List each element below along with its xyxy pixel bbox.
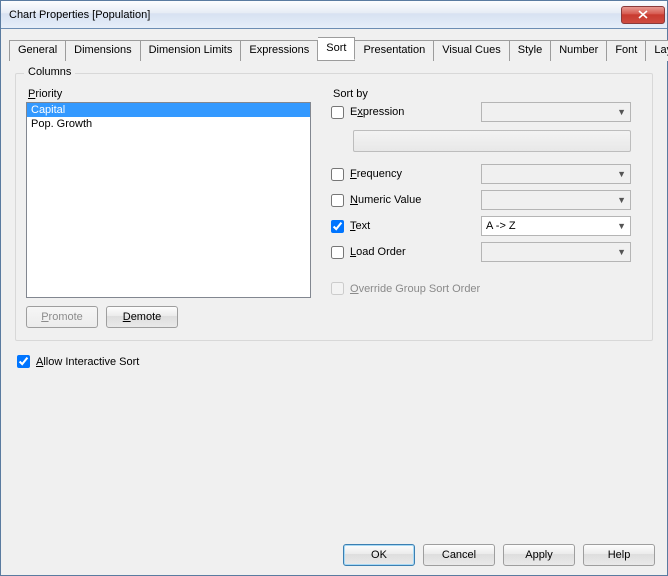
- titlebar: Chart Properties [Population]: [1, 1, 667, 29]
- tab-dimensions[interactable]: Dimensions: [66, 40, 140, 61]
- priority-label: Priority: [28, 88, 62, 100]
- chevron-down-icon: ▼: [617, 247, 626, 257]
- list-item[interactable]: Pop. Growth: [27, 117, 310, 131]
- priority-listbox[interactable]: Capital Pop. Growth: [26, 102, 311, 298]
- apply-button[interactable]: Apply: [503, 544, 575, 566]
- help-button[interactable]: Help: [583, 544, 655, 566]
- sort-text-label: Text: [350, 220, 370, 232]
- sort-expression-combo[interactable]: ▼: [481, 102, 631, 122]
- sort-text-combo[interactable]: A -> Z▼: [481, 216, 631, 236]
- sort-loadorder-checkbox[interactable]: [331, 246, 344, 259]
- sort-frequency-checkbox[interactable]: [331, 168, 344, 181]
- ok-button[interactable]: OK: [343, 544, 415, 566]
- sort-numeric-combo[interactable]: ▼: [481, 190, 631, 210]
- tab-sort[interactable]: Sort: [318, 37, 355, 60]
- tab-font[interactable]: Font: [607, 40, 646, 61]
- chevron-down-icon: ▼: [617, 195, 626, 205]
- tab-general[interactable]: General: [9, 40, 66, 61]
- sortby-label: Sort by: [333, 88, 368, 100]
- sort-frequency-label: Frequency: [350, 168, 402, 180]
- columns-group: Columns Priority Capital Pop. Growth Pro…: [15, 73, 653, 341]
- tab-number[interactable]: Number: [551, 40, 607, 61]
- chevron-down-icon: ▼: [617, 169, 626, 179]
- cancel-button[interactable]: Cancel: [423, 544, 495, 566]
- sort-expression-check[interactable]: Expression: [331, 106, 481, 119]
- list-item[interactable]: Capital: [27, 103, 310, 117]
- sort-numeric-check[interactable]: Numeric Value: [331, 194, 481, 207]
- close-button[interactable]: [621, 6, 665, 24]
- columns-legend: Columns: [24, 66, 75, 78]
- tab-dimension-limits[interactable]: Dimension Limits: [141, 40, 242, 61]
- sort-loadorder-label: Load Order: [350, 246, 406, 258]
- allow-interactive-sort[interactable]: Allow Interactive Sort: [17, 355, 651, 368]
- tab-body: Columns Priority Capital Pop. Growth Pro…: [1, 61, 667, 535]
- tab-visual-cues[interactable]: Visual Cues: [434, 40, 510, 61]
- chevron-down-icon: ▼: [617, 107, 626, 117]
- sort-loadorder-combo[interactable]: ▼: [481, 242, 631, 262]
- tabstrip: General Dimensions Dimension Limits Expr…: [9, 37, 659, 61]
- override-checkbox: [331, 282, 344, 295]
- tab-style[interactable]: Style: [510, 40, 551, 61]
- dialog-window: Chart Properties [Population] General Di…: [0, 0, 668, 576]
- sort-frequency-combo[interactable]: ▼: [481, 164, 631, 184]
- allow-interactive-checkbox[interactable]: [17, 355, 30, 368]
- promote-button[interactable]: Promote: [26, 306, 98, 328]
- sort-loadorder-check[interactable]: Load Order: [331, 246, 481, 259]
- sort-frequency-check[interactable]: Frequency: [331, 168, 481, 181]
- sort-text-checkbox[interactable]: [331, 220, 344, 233]
- chevron-down-icon: ▼: [617, 221, 626, 231]
- sort-text-check[interactable]: Text: [331, 220, 481, 233]
- sort-numeric-label: Numeric Value: [350, 194, 421, 206]
- expression-editor[interactable]: [353, 130, 631, 152]
- tab-layout[interactable]: Layo: [646, 40, 668, 61]
- window-title: Chart Properties [Population]: [9, 9, 621, 21]
- tab-expressions[interactable]: Expressions: [241, 40, 318, 61]
- sort-expression-checkbox[interactable]: [331, 106, 344, 119]
- close-icon: [638, 10, 648, 19]
- demote-button[interactable]: Demote: [106, 306, 178, 328]
- allow-interactive-label: Allow Interactive Sort: [36, 356, 139, 368]
- tab-presentation[interactable]: Presentation: [355, 40, 434, 61]
- dialog-footer: OK Cancel Apply Help: [1, 535, 667, 575]
- override-group-sort: Override Group Sort Order: [331, 282, 631, 295]
- override-label: Override Group Sort Order: [350, 283, 480, 295]
- sort-numeric-checkbox[interactable]: [331, 194, 344, 207]
- sort-expression-label: Expression: [350, 106, 404, 118]
